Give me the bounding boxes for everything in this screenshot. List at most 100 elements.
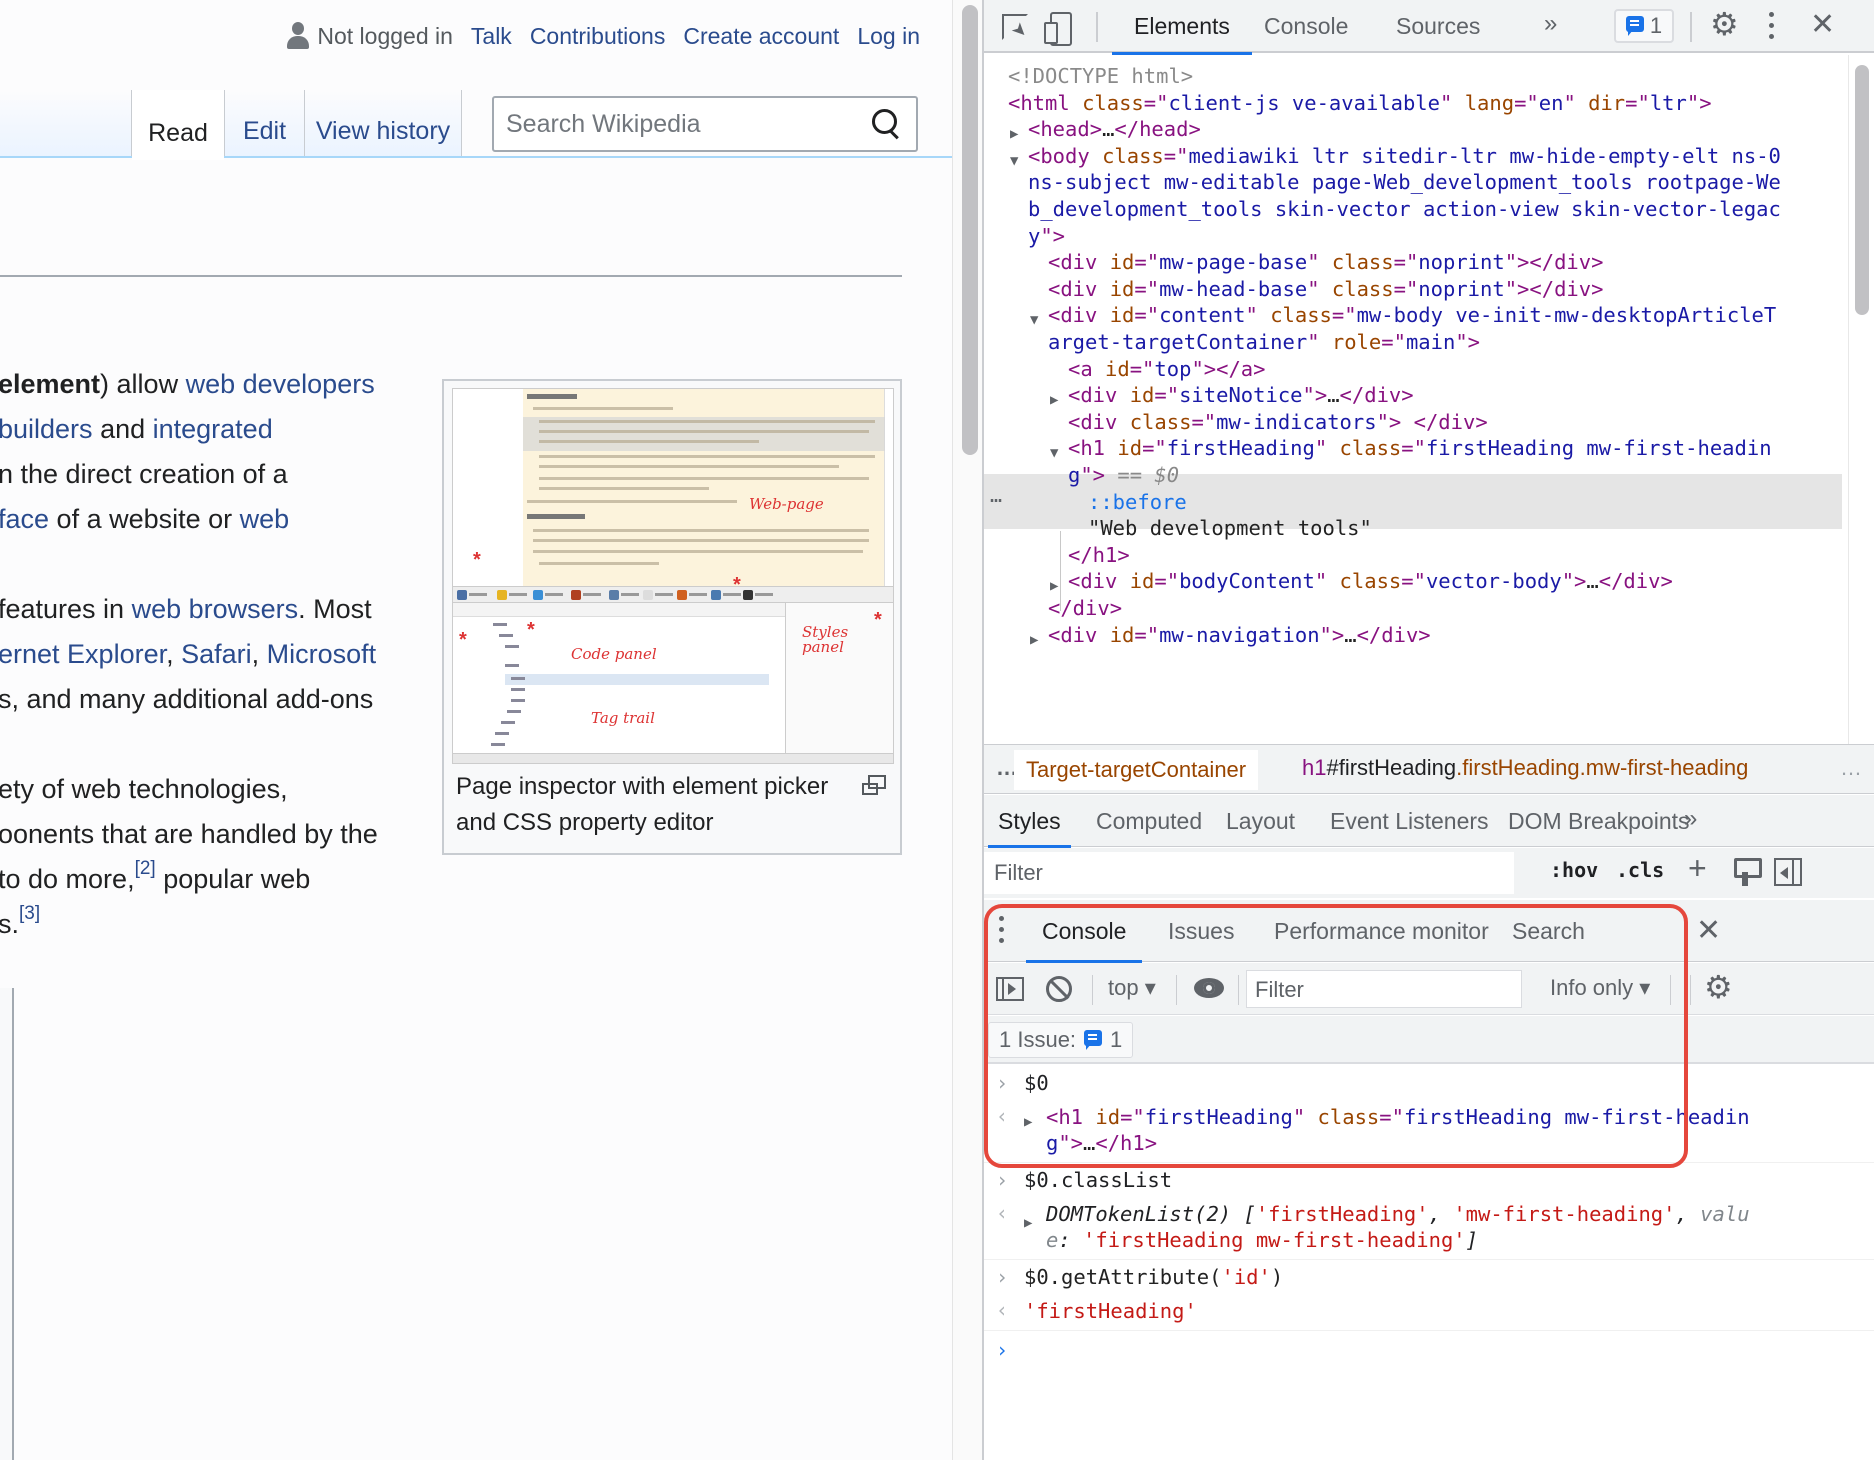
expand-triangle-icon[interactable]: ▶ bbox=[1024, 1215, 1032, 1231]
elements-dom-tree[interactable]: … <!DOCTYPE html><html class="client-js … bbox=[984, 55, 1842, 745]
settings-gear-icon[interactable] bbox=[1710, 12, 1740, 42]
console-input[interactable]: ›$0 bbox=[984, 1066, 1874, 1100]
issues-badge[interactable]: 1 bbox=[1614, 9, 1674, 43]
hov-button[interactable]: :hov bbox=[1550, 858, 1598, 882]
clear-console-icon[interactable] bbox=[1046, 976, 1072, 1002]
new-style-rule-icon[interactable]: + bbox=[1688, 850, 1707, 887]
collapse-triangle-icon[interactable]: ▼ bbox=[1030, 307, 1038, 334]
citation-link[interactable]: [3] bbox=[19, 903, 40, 924]
toggle-sidebar-icon[interactable] bbox=[1774, 858, 1802, 886]
dom-node-continuation[interactable]: g"> == $0 bbox=[1068, 462, 1179, 489]
article-link[interactable]: builders bbox=[0, 414, 93, 444]
dom-node[interactable]: <div class="mw-indicators"> </div> bbox=[1068, 409, 1488, 436]
article-link[interactable]: face bbox=[0, 504, 49, 534]
talk-link[interactable]: Talk bbox=[471, 23, 512, 50]
dom-node[interactable]: </div> bbox=[1048, 595, 1122, 622]
dom-node-continuation[interactable]: arget-targetContainer" role="main"> bbox=[1048, 329, 1480, 356]
article-link[interactable]: web developers bbox=[186, 369, 375, 399]
expand-triangle-icon[interactable]: ▶ bbox=[1050, 387, 1058, 414]
tab-styles[interactable]: Styles bbox=[988, 795, 1071, 847]
live-expression-eye-icon[interactable] bbox=[1194, 978, 1224, 998]
more-tabs-icon[interactable]: » bbox=[1544, 10, 1557, 38]
tab-computed[interactable]: Computed bbox=[1086, 795, 1212, 847]
log-levels-dropdown[interactable]: Info only ▾ bbox=[1550, 975, 1650, 1001]
node-actions-icon[interactable]: … bbox=[990, 482, 1003, 509]
dom-node[interactable]: <head>…</head> bbox=[1028, 116, 1201, 143]
article-link[interactable]: integrated bbox=[153, 414, 273, 444]
dom-node[interactable]: <body class="mediawiki ltr sitedir-ltr m… bbox=[1028, 143, 1781, 170]
tab-layout[interactable]: Layout bbox=[1216, 795, 1305, 847]
console-result[interactable]: ‹'firstHeading' bbox=[984, 1294, 1874, 1330]
dom-node[interactable]: <div id="siteNotice">…</div> bbox=[1068, 382, 1414, 409]
close-devtools-icon[interactable]: ✕ bbox=[1810, 10, 1835, 40]
article-link[interactable]: web browsers bbox=[132, 594, 299, 624]
console-input[interactable]: ›$0.getAttribute('id') bbox=[984, 1260, 1874, 1294]
elements-scrollbar[interactable] bbox=[1848, 55, 1874, 745]
tab-dom-breakpoints[interactable]: DOM Breakpoints bbox=[1498, 795, 1700, 847]
breadcrumb-overflow-right[interactable]: … bbox=[1840, 755, 1862, 781]
dom-node[interactable]: <div id="bodyContent" class="vector-body… bbox=[1068, 568, 1673, 595]
tab-read[interactable]: Read bbox=[132, 90, 224, 160]
article-link[interactable]: Microsoft bbox=[267, 639, 377, 669]
drawer-tab-console[interactable]: Console bbox=[1026, 900, 1142, 962]
tab-elements[interactable]: Elements bbox=[1112, 0, 1252, 53]
drawer-tab-search[interactable]: Search bbox=[1496, 900, 1601, 962]
expand-triangle-icon[interactable]: ▶ bbox=[1010, 121, 1018, 148]
dom-node[interactable]: <a id="top"></a> bbox=[1068, 356, 1266, 383]
collapse-triangle-icon[interactable]: ▼ bbox=[1010, 148, 1018, 175]
search-icon[interactable] bbox=[866, 104, 906, 144]
more-options-icon[interactable] bbox=[1766, 12, 1776, 42]
collapse-triangle-icon[interactable]: ▼ bbox=[1050, 440, 1058, 467]
inspect-element-icon[interactable] bbox=[998, 10, 1032, 44]
issues-chip[interactable]: 1 Issue: 1 bbox=[988, 1022, 1133, 1058]
log-in-link[interactable]: Log in bbox=[857, 23, 920, 50]
dom-node-continuation[interactable]: y"> bbox=[1028, 223, 1065, 250]
dom-node[interactable]: <div id="mw-page-base" class="noprint"><… bbox=[1048, 249, 1603, 276]
console-settings-icon[interactable] bbox=[1704, 975, 1734, 1005]
context-selector[interactable]: top ▾ bbox=[1108, 975, 1156, 1001]
citation-link[interactable]: [2] bbox=[135, 858, 156, 879]
device-toolbar-icon[interactable] bbox=[1042, 10, 1076, 44]
console-sidebar-icon[interactable] bbox=[996, 977, 1024, 1001]
dom-node[interactable]: </h1> bbox=[1068, 542, 1130, 569]
dom-node[interactable]: <html class="client-js ve-available" lan… bbox=[1008, 90, 1712, 117]
tab-view-history[interactable]: View history bbox=[304, 90, 462, 158]
more-subtabs-icon[interactable]: » bbox=[1684, 805, 1697, 833]
rendering-emulation-icon[interactable] bbox=[1734, 858, 1756, 888]
article-link[interactable]: Safari bbox=[181, 639, 252, 669]
dom-node-continuation[interactable]: ns-subject mw-editable page-Web_developm… bbox=[1028, 169, 1781, 196]
elements-scrollbar-thumb[interactable] bbox=[1855, 65, 1869, 315]
console-input[interactable]: ›$0.classList bbox=[984, 1163, 1874, 1197]
thumbnail-image[interactable]: Web-page * * bbox=[452, 388, 894, 764]
cls-button[interactable]: .cls bbox=[1616, 858, 1664, 882]
tab-edit[interactable]: Edit bbox=[224, 90, 304, 158]
drawer-tab-performance-monitor[interactable]: Performance monitor bbox=[1258, 900, 1505, 962]
article-link[interactable]: web bbox=[240, 504, 290, 534]
tab-console[interactable]: Console bbox=[1242, 0, 1370, 53]
console-prompt-input[interactable]: › bbox=[984, 1331, 1874, 1343]
close-drawer-icon[interactable]: ✕ bbox=[1696, 916, 1721, 946]
dom-node[interactable]: <div id="mw-navigation">…</div> bbox=[1048, 622, 1431, 649]
console-filter-input[interactable]: Filter bbox=[1246, 970, 1522, 1008]
dom-doctype[interactable]: <!DOCTYPE html> bbox=[1008, 63, 1193, 90]
styles-filter-input[interactable]: Filter bbox=[984, 852, 1514, 894]
create-account-link[interactable]: Create account bbox=[683, 23, 839, 50]
dom-node-continuation[interactable]: b_development_tools skin-vector action-v… bbox=[1028, 196, 1781, 223]
dom-node[interactable]: ::before bbox=[1088, 489, 1187, 516]
dom-node[interactable]: <div id="content" class="mw-body ve-init… bbox=[1048, 302, 1776, 329]
breadcrumb-content[interactable]: Target-targetContainer bbox=[1014, 750, 1258, 790]
page-scrollbar-thumb[interactable] bbox=[962, 5, 978, 455]
contributions-link[interactable]: Contributions bbox=[530, 23, 666, 50]
article-link[interactable]: ernet Explorer bbox=[0, 639, 166, 669]
wiki-search-input[interactable]: Search Wikipedia bbox=[492, 96, 918, 152]
dom-node[interactable]: <h1 id="firstHeading" class="firstHeadin… bbox=[1068, 435, 1772, 462]
console-result[interactable]: ‹▶<h1 id="firstHeading" class="firstHead… bbox=[984, 1100, 1874, 1162]
tab-sources[interactable]: Sources bbox=[1374, 0, 1502, 53]
tab-event-listeners[interactable]: Event Listeners bbox=[1320, 795, 1499, 847]
breadcrumb-h1[interactable]: h1#firstHeading.firstHeading.mw-first-he… bbox=[1302, 755, 1748, 781]
dom-node[interactable]: <div id="mw-head-base" class="noprint"><… bbox=[1048, 276, 1603, 303]
expand-triangle-icon[interactable]: ▶ bbox=[1030, 627, 1038, 654]
drawer-tab-issues[interactable]: Issues bbox=[1152, 900, 1250, 962]
drawer-menu-icon[interactable] bbox=[996, 916, 1006, 946]
dom-node[interactable]: "Web development tools" bbox=[1088, 515, 1372, 542]
